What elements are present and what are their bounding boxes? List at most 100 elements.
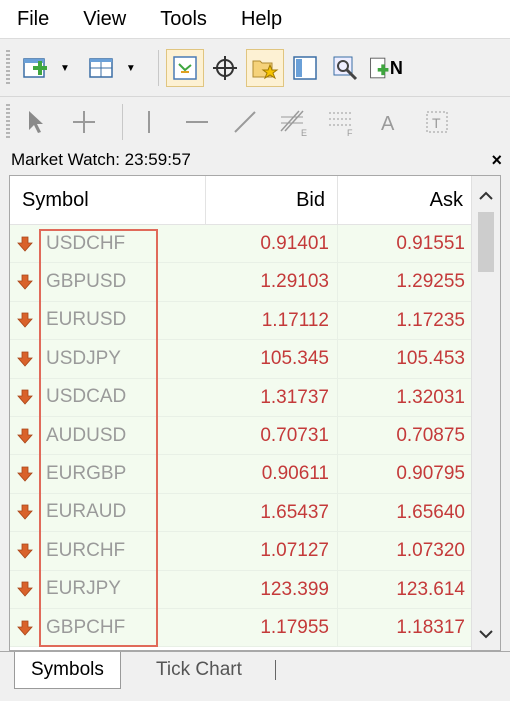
tab-symbols[interactable]: Symbols: [14, 652, 121, 689]
scrollbar-thumb[interactable]: [478, 212, 494, 272]
bid-price: 1.17112: [206, 301, 338, 340]
channel-icon[interactable]: F: [323, 104, 359, 140]
navigator-icon[interactable]: [287, 50, 323, 86]
profiles-icon[interactable]: [84, 50, 120, 86]
text-icon[interactable]: A: [371, 104, 407, 140]
symbol-cell: EURJPY: [10, 578, 206, 600]
market-watch-panel: Symbol Bid Ask USDCHF 0.91401 0.91551 GBPUS…: [9, 175, 501, 651]
favorites-icon[interactable]: [245, 49, 284, 87]
strategy-tester-icon[interactable]: [327, 50, 363, 86]
down-arrow-icon: [14, 466, 36, 482]
symbol-cell: EURGBP: [10, 463, 206, 485]
chevron-down-icon[interactable]: ▼: [126, 63, 136, 74]
ask-price: 1.07320: [396, 540, 465, 562]
symbol-name: EURCHF: [46, 539, 126, 561]
table-header: Symbol Bid Ask: [10, 176, 473, 225]
toolbar-separator: [122, 104, 123, 140]
column-header-symbol[interactable]: Symbol: [10, 176, 206, 224]
column-header-bid[interactable]: Bid: [206, 176, 338, 224]
symbol-name: GBPCHF: [46, 616, 126, 638]
chevron-up-icon[interactable]: [472, 182, 500, 210]
crosshair-line-icon[interactable]: [66, 104, 102, 140]
vertical-scrollbar[interactable]: [471, 176, 500, 650]
ask-price: 1.32031: [396, 386, 465, 408]
symbol-cell: EURAUD: [10, 501, 206, 523]
table-row[interactable]: USDJPY 105.345 105.453: [10, 340, 473, 379]
ask-price: 0.70875: [396, 424, 465, 446]
menu-view[interactable]: View: [66, 0, 143, 38]
bid-price: 1.07127: [206, 532, 338, 570]
bid-price: 1.65437: [206, 493, 338, 532]
table-row[interactable]: USDCHF 0.91401 0.91551: [10, 225, 473, 264]
ask-price: 0.90795: [396, 463, 465, 485]
bid-price: 123.399: [206, 570, 338, 608]
menu-tools[interactable]: Tools: [143, 0, 224, 38]
table-row[interactable]: EURJPY 123.399 123.614: [10, 570, 473, 609]
ask-price: 1.18317: [396, 616, 465, 638]
new-chart-icon[interactable]: [18, 50, 54, 86]
bid-price: 105.345: [206, 340, 338, 378]
symbol-name: EURUSD: [46, 309, 127, 331]
down-arrow-icon: [14, 581, 36, 597]
tab-tick-chart[interactable]: Tick Chart: [140, 652, 258, 688]
cursor-icon[interactable]: [18, 104, 54, 140]
down-arrow-icon: [14, 274, 36, 290]
toolbar-separator: [157, 50, 159, 86]
bid-price: 0.91401: [206, 225, 338, 263]
standard-toolbar: ▼ ▼ N: [0, 40, 510, 97]
table-row[interactable]: GBPUSD 1.29103 1.29255: [10, 263, 473, 302]
svg-text:A: A: [381, 113, 395, 135]
table-row[interactable]: USDCAD 1.31737 1.32031: [10, 378, 473, 417]
symbol-cell: AUDUSD: [10, 425, 206, 447]
svg-text:E: E: [301, 128, 307, 137]
table-row[interactable]: EURAUD 1.65437 1.65640: [10, 493, 473, 533]
ask-price: 1.65640: [396, 501, 465, 523]
table-row[interactable]: AUDUSD 0.70731 0.70875: [10, 416, 473, 456]
menu-file[interactable]: File: [0, 0, 66, 38]
symbol-list: USDCHF 0.91401 0.91551 GBPUSD 1.29103 1.29255…: [10, 225, 473, 648]
table-row[interactable]: GBPCHF 1.17955 1.18317: [10, 608, 473, 648]
toolbar-grip[interactable]: [6, 50, 10, 86]
symbol-name: EURGBP: [46, 463, 127, 485]
toolbar-grip[interactable]: [6, 104, 10, 140]
symbol-name: EURJPY: [46, 578, 121, 600]
bid-price: 1.17955: [206, 608, 338, 647]
chart-window-icon[interactable]: [165, 49, 204, 87]
close-icon[interactable]: ×: [491, 147, 502, 173]
chevron-down-icon[interactable]: [472, 620, 500, 648]
down-arrow-icon: [14, 543, 36, 559]
symbol-cell: EURUSD: [10, 309, 206, 331]
symbol-cell: USDCHF: [10, 233, 206, 255]
crosshair-icon[interactable]: [207, 50, 243, 86]
symbol-name: USDCHF: [46, 232, 126, 254]
horizontal-line-icon[interactable]: [179, 104, 215, 140]
text-label-icon[interactable]: T: [419, 104, 455, 140]
trendline-icon[interactable]: [227, 104, 263, 140]
symbol-name: AUDUSD: [46, 424, 127, 446]
bid-price: 1.31737: [206, 378, 338, 416]
bid-price: 1.29103: [206, 263, 338, 301]
ask-price: 0.91551: [396, 233, 465, 254]
chevron-down-icon[interactable]: ▼: [60, 63, 70, 74]
menu-bar: File View Tools Help: [0, 0, 510, 39]
bid-price: 0.70731: [206, 416, 338, 455]
svg-text:T: T: [432, 115, 441, 131]
column-header-ask[interactable]: Ask: [338, 176, 473, 224]
fibonacci-icon[interactable]: E: [275, 104, 311, 140]
vertical-line-icon[interactable]: [131, 104, 167, 140]
table-row[interactable]: EURUSD 1.17112 1.17235: [10, 301, 473, 341]
down-arrow-icon: [14, 351, 36, 367]
new-order-icon[interactable]: N: [367, 50, 403, 86]
table-row[interactable]: EURCHF 1.07127 1.07320: [10, 532, 473, 571]
ask-price: 123.614: [396, 578, 465, 600]
tab-separator: [275, 660, 276, 680]
market-watch-tabs: Symbols Tick Chart: [0, 651, 510, 701]
ask-price: 1.17235: [396, 309, 465, 331]
line-studies-toolbar: E F A T: [0, 97, 510, 147]
table-row[interactable]: EURGBP 0.90611 0.90795: [10, 455, 473, 494]
ask-price: 105.453: [396, 348, 465, 370]
symbol-cell: GBPUSD: [10, 271, 206, 293]
symbol-name: GBPUSD: [46, 271, 127, 293]
menu-help[interactable]: Help: [224, 0, 299, 38]
down-arrow-icon: [14, 620, 36, 636]
